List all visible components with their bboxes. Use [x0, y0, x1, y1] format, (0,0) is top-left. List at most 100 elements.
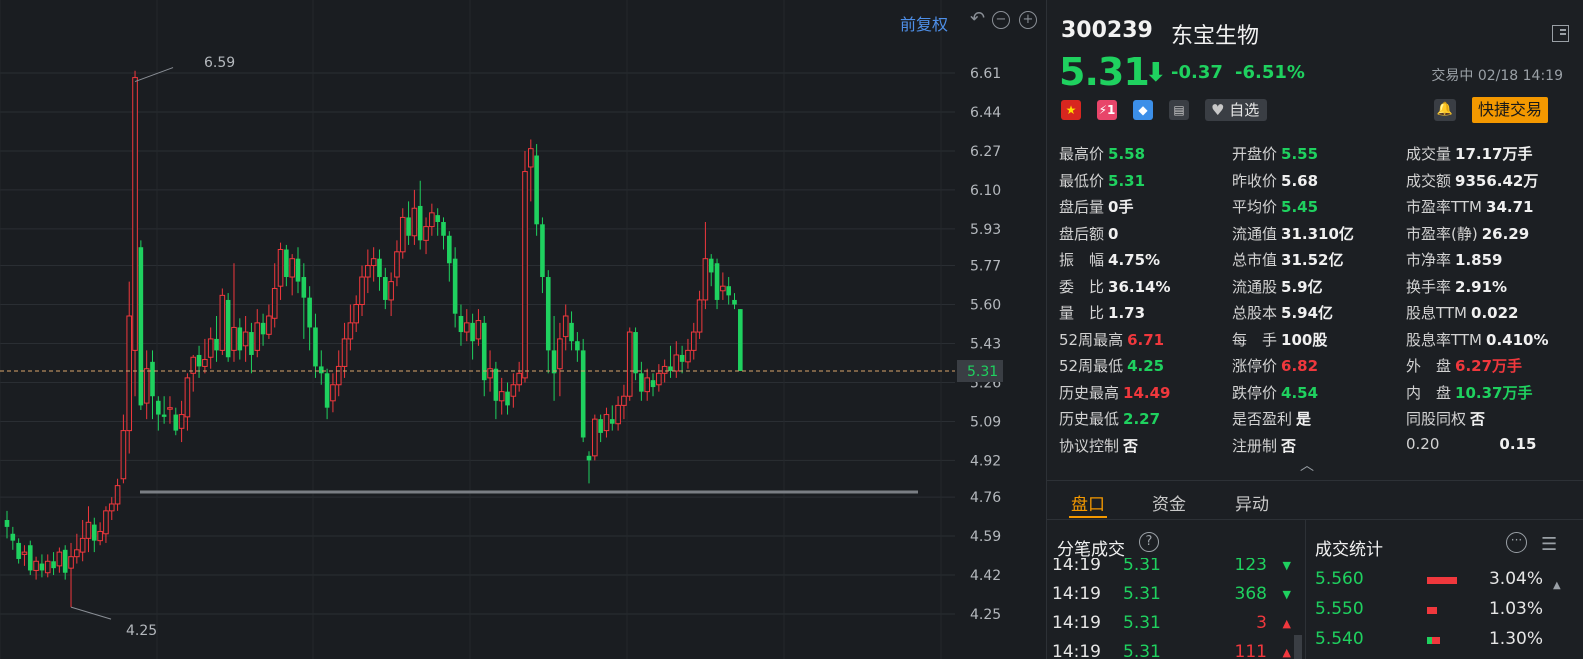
stat-label: 换手率 — [1406, 277, 1452, 296]
candle-body — [138, 247, 144, 406]
candle-body — [260, 322, 266, 335]
stat-value: 6.82 — [1281, 357, 1319, 375]
last-price: 5.31 — [1059, 50, 1150, 94]
candle-body — [406, 217, 411, 236]
candle-body — [92, 524, 97, 541]
candle-body — [493, 368, 499, 401]
stat-label: 昨收价 — [1232, 171, 1278, 190]
tab-zijin[interactable]: 资金 — [1152, 490, 1186, 515]
trades-list[interactable]: 14:19 5.31 123 ▼ 14:19 5.31 368 ▼ 14:19 5.31 3 ▲ 14:… — [1047, 558, 1305, 659]
candle-body — [85, 521, 92, 539]
quick-trade-button[interactable]: 快捷交易 — [1472, 97, 1549, 123]
add-watchlist-button[interactable]: ♥ 自选 — [1205, 99, 1268, 121]
triangle-up-icon: ▲ — [1282, 646, 1291, 659]
trade-status: 交易中 02/18 14:19 — [1431, 68, 1563, 84]
tab-pankou[interactable]: 盘口 — [1071, 490, 1105, 515]
stat-label: 外 盘 — [1406, 357, 1452, 375]
china-flag-icon[interactable]: ★ — [1061, 100, 1081, 120]
candle-body — [592, 418, 598, 457]
trade-row: 14:19 5.31 3 ▲ — [1047, 613, 1305, 639]
stat-col2-11: 注册制否 — [1232, 435, 1296, 456]
zoom-out-icon[interactable]: − — [992, 11, 1010, 29]
candle-body — [603, 414, 610, 432]
triangle-up-icon: ▲ — [1282, 617, 1291, 630]
stat-col1-8: 52周最低 4.25 — [1059, 355, 1164, 376]
candle-body — [353, 304, 359, 324]
volume-stat-row: 5.550 1.03% — [1315, 599, 1583, 625]
stat-col3-5: 换手率 2.91% — [1406, 276, 1507, 297]
candle-body — [639, 373, 644, 392]
stat-value: 6.27万手 — [1455, 357, 1523, 375]
stat-value: 5.9亿 — [1281, 277, 1323, 296]
price-tick-label: 6.27 — [970, 144, 1001, 160]
candle-body — [626, 331, 633, 397]
low-marker-line — [70, 606, 112, 620]
high-marker-line — [134, 67, 174, 83]
stat-label: 0.20 — [1406, 434, 1440, 453]
reset-icon[interactable]: ↶ — [970, 8, 985, 29]
candle-body — [423, 226, 429, 241]
candle-body — [394, 251, 400, 278]
tab-yidong[interactable]: 异动 — [1235, 490, 1269, 515]
stat-col3-1: 成交额 9356.42万 — [1406, 170, 1538, 191]
volume-stat-price: 5.550 — [1315, 599, 1364, 619]
candle-body — [51, 561, 56, 569]
stat-col1-0: 最高价 5.58 — [1059, 143, 1145, 164]
list-icon[interactable]: ☰ — [1541, 534, 1557, 555]
help-icon[interactable]: ? — [1139, 532, 1159, 552]
candle-body — [377, 258, 382, 278]
stat-col1-9: 历史最高 14.49 — [1059, 382, 1170, 403]
chevron-up-icon[interactable]: ︿ — [1300, 455, 1314, 475]
stat-col1-3: 盘后额 0 — [1059, 223, 1118, 244]
candle-body — [580, 350, 586, 438]
candle-body — [207, 338, 214, 358]
kline-svg: 6.616.446.276.105.935.775.605.435.265.09… — [0, 0, 1003, 659]
candle-body — [33, 560, 39, 571]
flash-badge-icon[interactable]: ⚡1 — [1097, 100, 1117, 120]
candle-body — [359, 276, 365, 306]
section-divider — [1305, 520, 1306, 659]
candle-body — [132, 77, 138, 351]
candle-body — [668, 366, 673, 372]
candle-body — [150, 361, 155, 397]
stat-value: 10.37万手 — [1455, 383, 1533, 402]
scroll-up-icon[interactable]: ▲ — [1553, 580, 1563, 591]
tag-icon[interactable]: ◆ — [1133, 100, 1153, 120]
price-tick-label: 4.25 — [970, 607, 1001, 623]
candle-body — [516, 372, 522, 386]
candle-body — [738, 309, 743, 372]
stat-col3-8: 外 盘 6.27万手 — [1406, 355, 1522, 376]
adjust-mode-button[interactable]: 前复权 — [900, 11, 948, 35]
candle-body — [143, 368, 150, 404]
candle-body — [702, 258, 709, 301]
stat-value: 4.54 — [1281, 383, 1319, 402]
candle-body — [726, 286, 731, 296]
trades-title: 分笔成交 — [1057, 540, 1125, 560]
stat-col3-2: 市盈率TTM 34.71 — [1406, 196, 1533, 217]
bell-icon[interactable]: 🔔 — [1434, 99, 1456, 121]
candle-body — [383, 277, 388, 300]
stat-label: 振 幅 — [1059, 251, 1105, 269]
candle-body — [254, 322, 261, 351]
note-icon[interactable]: ▤ — [1169, 100, 1189, 120]
trades-scrollbar[interactable] — [1294, 635, 1302, 659]
candle-body — [103, 510, 109, 535]
kline-chart[interactable]: 6.61 6.44 6.27 6.10 5.93 5.77 5.60 5.43 5.26 5.09… — [0, 0, 1046, 659]
stat-col3-7: 股息率TTM 0.410% — [1406, 329, 1549, 350]
more-icon[interactable]: ··· — [1506, 532, 1527, 553]
stat-col1-1: 最低价 5.31 — [1059, 170, 1145, 191]
trade-time: 14:19 — [1052, 642, 1101, 659]
layout-icon[interactable] — [1552, 25, 1569, 42]
candle-body — [399, 216, 406, 253]
zoom-in-icon[interactable]: + — [1019, 11, 1037, 29]
candle-body — [470, 322, 475, 342]
candle-body — [528, 148, 534, 168]
candle-body — [545, 277, 551, 351]
watchlist-label: 自选 — [1229, 101, 1260, 119]
candle-body — [202, 359, 208, 367]
price-tick-label: 5.09 — [970, 414, 1001, 430]
trade-row: 14:19 5.31 111 ▲ — [1047, 642, 1305, 659]
stat-col2-10: 是否盈利是 — [1232, 408, 1311, 429]
volume-stat-row: 5.540 1.30% — [1315, 629, 1583, 655]
stat-label: 历史最高 — [1059, 383, 1120, 402]
